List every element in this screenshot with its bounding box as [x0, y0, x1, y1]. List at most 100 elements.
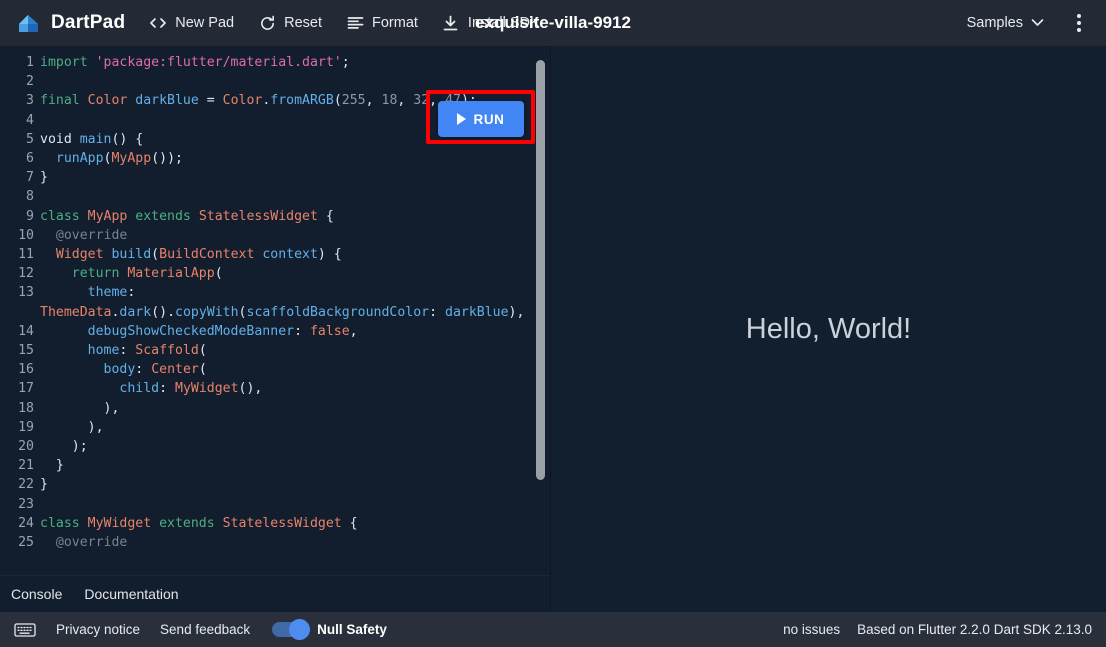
code-text[interactable]: @override — [40, 533, 550, 552]
code-text[interactable] — [40, 495, 550, 514]
code-token: import — [40, 55, 96, 70]
code-line[interactable]: 20 ); — [0, 437, 550, 456]
code-text[interactable]: return MaterialApp( — [40, 264, 550, 283]
code-token: MyApp — [111, 151, 152, 167]
main-body: 1 import 'package:flutter/material.dart';… — [0, 46, 1106, 612]
code-line[interactable]: 6 runApp(MyApp()); — [0, 149, 550, 168]
code-line[interactable]: 17 child: MyWidget(), — [0, 379, 550, 398]
format-button[interactable]: Format — [346, 14, 418, 32]
kebab-dot — [1077, 28, 1081, 32]
code-token: ); — [40, 439, 88, 455]
code-text[interactable]: Widget build(BuildContext context) { — [40, 245, 550, 264]
code-text[interactable]: class MyWidget extends StatelessWidget { — [40, 514, 550, 533]
code-line[interactable]: 25 @override — [0, 533, 550, 552]
code-token: ), — [508, 304, 525, 320]
install-sdk-label: Install SDK — [467, 15, 540, 31]
code-token: runApp — [55, 151, 104, 167]
code-line[interactable]: 11 Widget build(BuildContext context) { — [0, 245, 550, 264]
code-text[interactable]: ); — [40, 437, 550, 456]
code-token: ), — [40, 400, 120, 416]
new-pad-button[interactable]: New Pad — [149, 14, 234, 32]
code-text[interactable]: @override — [40, 226, 550, 245]
line-number: 8 — [26, 189, 34, 205]
code-line[interactable]: 19 ), — [0, 418, 550, 437]
code-text[interactable]: body: Center( — [40, 360, 550, 379]
code-token: : — [135, 362, 152, 378]
samples-dropdown[interactable]: Samples — [961, 11, 1050, 35]
line-number: 10 — [18, 227, 34, 243]
tab-documentation[interactable]: Documentation — [84, 586, 178, 602]
code-line[interactable]: 7} — [0, 168, 550, 187]
code-text[interactable]: ), — [40, 399, 550, 418]
send-feedback-link[interactable]: Send feedback — [160, 622, 250, 637]
code-token: main — [79, 131, 112, 147]
code-text[interactable]: } — [40, 456, 550, 475]
code-line[interactable]: 23 — [0, 495, 550, 514]
code-line[interactable]: 13 theme: ThemeData.dark().copyWith(scaf… — [0, 283, 550, 321]
code-line[interactable]: 24 class MyWidget extends StatelessWidget… — [0, 514, 550, 533]
code-line[interactable]: 8 — [0, 187, 550, 206]
code-line[interactable]: 1 import 'package:flutter/material.dart'; — [0, 53, 550, 72]
code-line[interactable]: 22} — [0, 475, 550, 494]
code-line[interactable]: 16 body: Center( — [0, 360, 550, 379]
code-text[interactable] — [40, 72, 550, 91]
line-number: 5 — [26, 131, 34, 147]
install-sdk-button[interactable]: Install SDK — [442, 14, 540, 32]
keyboard-icon[interactable] — [14, 622, 36, 638]
code-text[interactable]: theme: ThemeData.dark().copyWith(scaffol… — [40, 283, 550, 321]
code-text[interactable]: runApp(MyApp()); — [40, 149, 550, 168]
code-token: { — [317, 208, 334, 224]
code-token: extends — [135, 208, 199, 224]
code-line[interactable]: 15 home: Scaffold( — [0, 341, 550, 360]
code-line[interactable]: 10 @override — [0, 226, 550, 245]
code-text[interactable]: home: Scaffold( — [40, 341, 550, 360]
line-number: 17 — [18, 381, 34, 397]
preview-text: Hello, World! — [745, 312, 912, 345]
code-line[interactable]: 14 debugShowCheckedModeBanner: false, — [0, 322, 550, 341]
code-line[interactable]: 2 — [0, 72, 550, 91]
run-button[interactable]: RUN — [438, 101, 524, 137]
line-number: 19 — [18, 419, 34, 435]
code-token: 18 — [381, 93, 398, 109]
code-token: Center — [151, 362, 199, 378]
dartpad-app: DartPad New Pad Reset Format Install SDK… — [0, 0, 1106, 647]
code-line[interactable]: 9 class MyApp extends StatelessWidget { — [0, 207, 550, 226]
code-text[interactable]: } — [40, 475, 550, 494]
code-token: Scaffold — [135, 343, 199, 359]
reset-button[interactable]: Reset — [258, 14, 322, 32]
code-text[interactable]: } — [40, 168, 550, 187]
kebab-menu-icon[interactable] — [1066, 8, 1092, 38]
null-safety-toggle[interactable] — [272, 619, 311, 640]
dart-logo-icon — [16, 10, 42, 36]
code-text[interactable]: class MyApp extends StatelessWidget { — [40, 207, 550, 226]
code-token: 255 — [341, 93, 366, 109]
run-button-group: RUN — [426, 90, 535, 144]
editor-pane: 1 import 'package:flutter/material.dart';… — [0, 46, 551, 612]
code-token: MyWidget — [175, 381, 239, 397]
code-token: ( — [151, 247, 160, 263]
code-text[interactable]: import 'package:flutter/material.dart'; — [40, 53, 550, 72]
refresh-icon — [258, 14, 276, 32]
privacy-notice-link[interactable]: Privacy notice — [56, 622, 140, 637]
code-token: MyWidget — [87, 515, 160, 531]
code-token: } — [40, 170, 48, 186]
code-token: ThemeData — [40, 304, 112, 320]
format-lines-icon — [346, 14, 364, 32]
code-token: class — [40, 208, 88, 224]
code-text[interactable]: ), — [40, 418, 550, 437]
editor-scrollbar[interactable] — [536, 60, 545, 480]
code-line[interactable]: 12 return MaterialApp( — [0, 264, 550, 283]
app-header: DartPad New Pad Reset Format Install SDK… — [0, 0, 1106, 46]
code-text[interactable]: debugShowCheckedModeBanner: false, — [40, 322, 550, 341]
code-line[interactable]: 18 ), — [0, 399, 550, 418]
code-token: false — [309, 323, 350, 339]
code-token: void — [40, 131, 80, 147]
code-token: StatelessWidget — [198, 208, 318, 224]
code-line[interactable]: 21 } — [0, 456, 550, 475]
code-text[interactable] — [40, 187, 550, 206]
code-text[interactable]: child: MyWidget(), — [40, 379, 550, 398]
tab-console[interactable]: Console — [11, 586, 62, 602]
